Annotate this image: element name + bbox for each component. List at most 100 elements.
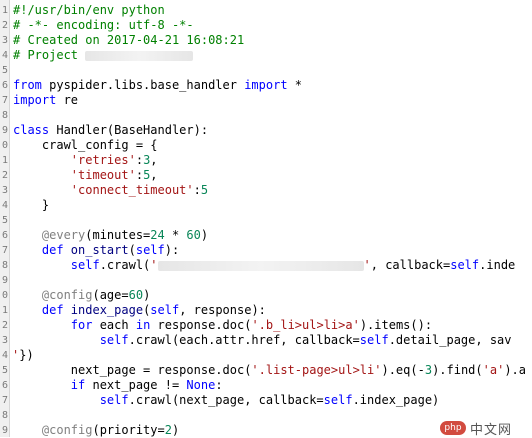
line-number: 6 bbox=[1, 230, 8, 241]
keyword: self bbox=[323, 393, 353, 407]
code-text: .crawl(next_page, callback= bbox=[128, 393, 324, 407]
code-text: ).items(): bbox=[359, 318, 433, 332]
code-line[interactable]: # -*- encoding: utf-8 -*- bbox=[13, 18, 194, 33]
line-number: 9 bbox=[1, 425, 8, 436]
keyword: if bbox=[13, 378, 86, 392]
code-text: , response): bbox=[179, 303, 266, 317]
code-line[interactable]: 'retries':3, bbox=[13, 153, 158, 168]
keyword: import bbox=[244, 78, 288, 92]
line-number: 4 bbox=[1, 200, 8, 211]
code-text: * bbox=[287, 78, 303, 92]
code-line[interactable]: @config(priority=2) bbox=[13, 423, 179, 437]
line-number: 4 bbox=[1, 50, 8, 61]
line-number: 0 bbox=[1, 290, 8, 301]
code-text: ( bbox=[128, 243, 136, 257]
code-line[interactable]: next_page = response.doc('.list-page>ul>… bbox=[13, 363, 526, 378]
decorator: @every bbox=[13, 228, 86, 242]
code-line[interactable]: self.crawl(each.attr.href, callback=self… bbox=[13, 333, 512, 348]
keyword: def bbox=[13, 243, 64, 257]
code-text: , callback= bbox=[370, 258, 451, 272]
code-line[interactable]: #!/usr/bin/env python bbox=[13, 3, 165, 18]
code-line[interactable]: def index_page(self, response): bbox=[13, 303, 266, 318]
code-line[interactable]: @every(minutes=24 * 60) bbox=[13, 228, 208, 243]
string: 'connect_timeout' bbox=[13, 183, 194, 197]
code-text: re bbox=[56, 93, 79, 107]
string: ' bbox=[363, 258, 371, 272]
code-text: : bbox=[135, 153, 144, 167]
number: 5 bbox=[200, 183, 209, 197]
code-text: crawl_config = { bbox=[13, 138, 158, 152]
line-number: 5 bbox=[1, 65, 8, 76]
code-line[interactable]: 'timeout':5, bbox=[13, 168, 158, 183]
code-editor[interactable]: #!/usr/bin/env python # -*- encoding: ut… bbox=[13, 0, 532, 437]
code-line[interactable]: @config(age=60) bbox=[13, 288, 150, 303]
code-text: , bbox=[150, 168, 158, 182]
code-line[interactable]: } bbox=[13, 198, 49, 213]
code-text: ): bbox=[164, 243, 180, 257]
line-number: 7 bbox=[1, 395, 8, 406]
line-number: 2 bbox=[1, 20, 8, 31]
keyword: self bbox=[359, 333, 389, 347]
php-logo-icon: php bbox=[440, 421, 466, 435]
code-line[interactable]: self.crawl(next_page, callback=self.inde… bbox=[13, 393, 440, 408]
code-line[interactable]: 'connect_timeout':5 bbox=[13, 183, 208, 198]
code-text: ) bbox=[171, 423, 180, 437]
number: 3 bbox=[424, 363, 433, 377]
code-text: response.doc( bbox=[150, 318, 252, 332]
keyword: def bbox=[13, 303, 64, 317]
code-line[interactable]: # Project bbox=[13, 48, 194, 63]
code-line[interactable]: self.crawl(' ', callback=self.inde bbox=[13, 258, 515, 273]
code-text: .crawl( bbox=[99, 258, 151, 272]
code-text: ) bbox=[200, 228, 209, 242]
shebang-comment: #!/usr/bin/env python bbox=[13, 3, 165, 17]
code-line[interactable]: for each in response.doc('.b_li>ul>li>a'… bbox=[13, 318, 432, 333]
code-text: : bbox=[135, 168, 144, 182]
code-text: pyspider.libs.base_handler bbox=[41, 78, 245, 92]
string: '.list-page>ul>li' bbox=[251, 363, 382, 377]
function-name: index_page bbox=[63, 303, 144, 317]
code-text: ).a bbox=[504, 363, 527, 377]
number: 60 bbox=[186, 228, 201, 242]
code-text: }) bbox=[19, 348, 34, 362]
redacted-url bbox=[157, 260, 364, 271]
code-line[interactable]: crawl_config = { bbox=[13, 138, 158, 153]
code-text: each bbox=[92, 318, 136, 332]
line-number: 3 bbox=[1, 335, 8, 346]
number: 60 bbox=[128, 288, 144, 302]
number: 24 bbox=[150, 228, 165, 242]
code-line[interactable]: def on_start(self): bbox=[13, 243, 179, 258]
code-line[interactable]: if next_page != None: bbox=[13, 378, 223, 393]
code-line[interactable]: class Handler(BaseHandler): bbox=[13, 123, 208, 138]
line-number: 3 bbox=[1, 185, 8, 196]
string: 'a' bbox=[482, 363, 505, 377]
redacted-project-name bbox=[85, 50, 194, 61]
code-text: next_page != bbox=[85, 378, 187, 392]
keyword: self bbox=[450, 258, 480, 272]
line-number: 9 bbox=[1, 275, 8, 286]
line-number: 6 bbox=[1, 380, 8, 391]
keyword: self bbox=[150, 303, 180, 317]
keyword: import bbox=[13, 93, 57, 107]
keyword: from bbox=[13, 78, 42, 92]
code-text: } bbox=[13, 198, 50, 212]
code-line[interactable]: import re bbox=[13, 93, 78, 108]
keyword: self bbox=[13, 258, 100, 272]
line-number: 5 bbox=[1, 215, 8, 226]
line-number: 0 bbox=[1, 140, 8, 151]
function-name: on_start bbox=[63, 243, 129, 257]
code-line[interactable]: 语'}) bbox=[13, 348, 34, 363]
line-number: 1 bbox=[1, 155, 8, 166]
code-text: .crawl(each.attr.href, callback= bbox=[128, 333, 360, 347]
code-text: (minutes= bbox=[85, 228, 151, 242]
code-line[interactable]: from pyspider.libs.base_handler import * bbox=[13, 78, 302, 93]
line-number: 8 bbox=[1, 110, 8, 121]
keyword: None bbox=[186, 378, 216, 392]
line-number: 1 bbox=[1, 5, 8, 16]
keyword: class bbox=[13, 123, 50, 137]
code-text: ).eq(- bbox=[381, 363, 425, 377]
line-number: 3 bbox=[1, 35, 8, 46]
code-line[interactable]: # Created on 2017-04-21 16:08:21 bbox=[13, 33, 244, 48]
project-comment: # Project bbox=[13, 48, 86, 62]
code-text: (priority= bbox=[92, 423, 165, 437]
watermark-text: 中文网 bbox=[470, 422, 513, 438]
